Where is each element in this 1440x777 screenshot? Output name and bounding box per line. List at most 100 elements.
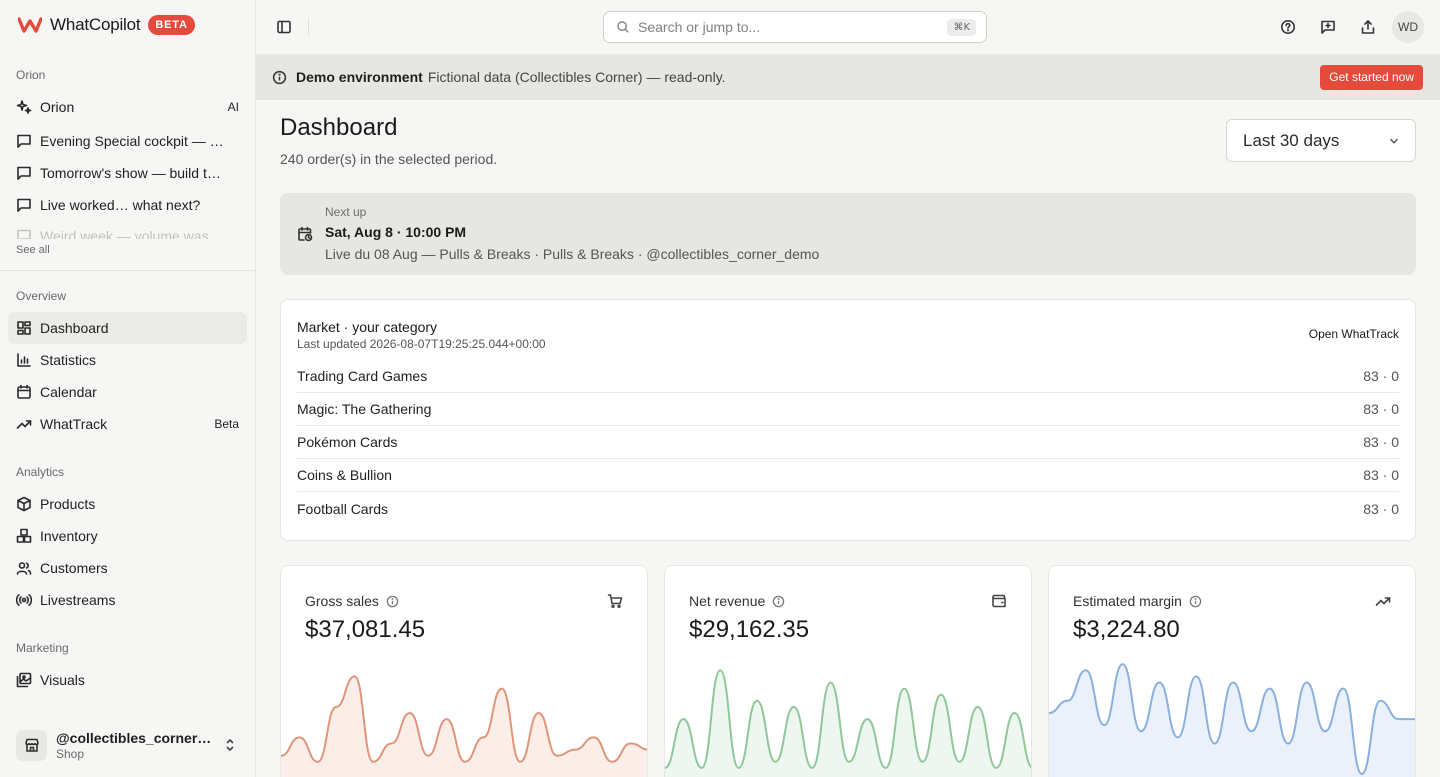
market-updated: Last updated 2026-08-07T19:25:25.044+00:… (297, 337, 546, 351)
market-category: Magic: The Gathering (297, 401, 432, 417)
grid-icon (16, 320, 32, 336)
wallet-icon (991, 593, 1007, 609)
kpi-value: $37,081.45 (305, 616, 426, 643)
users-icon (16, 560, 32, 576)
topbar: ⌘K WD (256, 0, 1440, 54)
chat-title: Live worked… what next? (40, 197, 201, 213)
market-card: Market · your category Last updated 2026… (280, 299, 1416, 541)
sidebar-item-products[interactable]: Products (8, 488, 247, 520)
search-input[interactable] (638, 19, 948, 35)
market-value: 83 · 0 (1363, 467, 1399, 483)
sidebar-item-inventory[interactable]: Inventory (8, 520, 247, 552)
sidebar-item-whattrack[interactable]: WhatTrack Beta (8, 408, 247, 440)
market-row[interactable]: Football Cards 83 · 0 (297, 492, 1399, 525)
sidebar-item-label: Statistics (40, 352, 97, 368)
get-started-button[interactable]: Get started now (1320, 65, 1423, 90)
sidebar-item-label: Livestreams (40, 592, 116, 608)
kpi-card-gross-sales[interactable]: Gross sales $37,081.45 (280, 565, 648, 777)
search-box[interactable]: ⌘K (603, 11, 987, 43)
sidebar-item-orion[interactable]: Orion AI (8, 91, 247, 123)
chat-icon (16, 133, 32, 149)
market-title: Market · your category (297, 319, 438, 335)
next-up-datetime: Sat, Aug 8 · 10:00 PM (325, 224, 467, 240)
sidebar-item-statistics[interactable]: Statistics (8, 344, 247, 376)
calendar-icon (16, 384, 32, 400)
info-icon[interactable] (386, 595, 399, 608)
brand[interactable]: WhatCopilot BETA (18, 14, 195, 36)
estimated-margin-sparkline (1049, 663, 1415, 777)
net-revenue-sparkline (665, 669, 1031, 777)
calendar-clock-icon (297, 226, 313, 242)
sidebar-chat-4[interactable]: Weird week — volume was … (8, 221, 247, 239)
sidebar-item-customers[interactable]: Customers (8, 552, 247, 584)
page-title: Dashboard (280, 114, 398, 141)
sidebar-item-label: WhatTrack (40, 416, 108, 432)
trending-up-icon (1375, 593, 1391, 609)
section-label-orion: Orion (16, 68, 46, 82)
trending-icon (16, 416, 32, 432)
section-label-marketing: Marketing (16, 641, 69, 655)
market-row[interactable]: Coins & Bullion 83 · 0 (297, 459, 1399, 492)
market-row[interactable]: Pokémon Cards 83 · 0 (297, 426, 1399, 459)
shop-switcher[interactable]: @collectibles_corner_demo Shop (8, 724, 248, 766)
market-category: Football Cards (297, 500, 389, 517)
sidebar-item-dashboard[interactable]: Dashboard (8, 312, 247, 344)
whatcopilot-logo-icon (18, 17, 42, 33)
kpi-value: $29,162.35 (689, 616, 810, 643)
period-select[interactable]: Last 30 days (1226, 119, 1416, 162)
topbar-divider (308, 18, 309, 36)
kpi-label: Gross sales (305, 593, 379, 609)
chat-title: Evening Special cockpit — … (40, 133, 224, 149)
sidebar: WhatCopilot BETA Orion Orion AI Evening … (0, 0, 256, 777)
demo-banner: Demo environment Fictional data (Collect… (256, 54, 1440, 100)
sidebar-item-livestreams[interactable]: Livestreams (8, 584, 247, 616)
sidebar-item-label: Visuals (40, 672, 85, 688)
market-row[interactable]: Trading Card Games 83 · 0 (297, 360, 1399, 393)
chat-icon (16, 197, 32, 213)
sidebar-item-label: Dashboard (40, 320, 109, 336)
open-whattrack-link[interactable]: Open WhatTrack (1309, 327, 1399, 341)
sidebar-item-label: Orion (40, 99, 75, 115)
beta-tag: Beta (214, 417, 239, 431)
kpi-card-estimated-margin[interactable]: Estimated margin $3,224.80 (1048, 565, 1416, 777)
user-avatar[interactable]: WD (1392, 11, 1424, 43)
sidebar-toggle-icon[interactable] (276, 19, 292, 35)
sidebar-chat-1[interactable]: Evening Special cockpit — … (8, 125, 247, 157)
next-up-label: Next up (325, 205, 367, 219)
market-category: Trading Card Games (297, 368, 428, 384)
chat-title: Tomorrow's show — build t… (40, 165, 221, 181)
kpi-label: Estimated margin (1073, 593, 1182, 609)
bar-chart-icon (16, 352, 32, 368)
share-icon[interactable] (1360, 19, 1376, 35)
page-subtitle: 240 order(s) in the selected period. (280, 151, 498, 167)
shop-type: Shop (56, 746, 85, 761)
info-icon[interactable] (772, 595, 785, 608)
see-all-link[interactable]: See all (16, 244, 50, 256)
info-icon[interactable] (1189, 595, 1202, 608)
chat-icon (16, 228, 32, 239)
search-shortcut: ⌘K (947, 18, 976, 36)
demo-text: Fictional data (Collectibles Corner) — r… (427, 69, 726, 85)
kpi-card-net-revenue[interactable]: Net revenue $29,162.35 (664, 565, 1032, 777)
broadcast-icon (16, 592, 32, 608)
next-up-card[interactable]: Next up Sat, Aug 8 · 10:00 PM Live du 08… (280, 193, 1416, 275)
sparkline-area (1049, 664, 1415, 777)
feedback-icon[interactable] (1320, 19, 1336, 35)
sidebar-chat-3[interactable]: Live worked… what next? (8, 189, 247, 221)
sidebar-item-label: Calendar (40, 384, 97, 400)
sidebar-item-calendar[interactable]: Calendar (8, 376, 247, 408)
sidebar-chat-2[interactable]: Tomorrow's show — build t… (8, 157, 247, 189)
sidebar-divider (0, 270, 255, 271)
help-icon[interactable] (1280, 19, 1296, 35)
chevron-up-down-icon (222, 737, 238, 753)
market-row[interactable]: Magic: The Gathering 83 · 0 (297, 393, 1399, 426)
section-label-overview: Overview (16, 289, 67, 303)
next-up-description: Live du 08 Aug — Pulls & Breaks · Pulls … (325, 246, 820, 262)
boxes-icon (16, 528, 32, 544)
sparkles-icon (16, 99, 32, 115)
sidebar-item-visuals[interactable]: Visuals (8, 664, 247, 696)
images-icon (16, 672, 32, 688)
app-name: WhatCopilot (50, 15, 141, 34)
chat-title: Weird week — volume was … (40, 228, 227, 239)
demo-title: Demo environment (296, 69, 423, 85)
